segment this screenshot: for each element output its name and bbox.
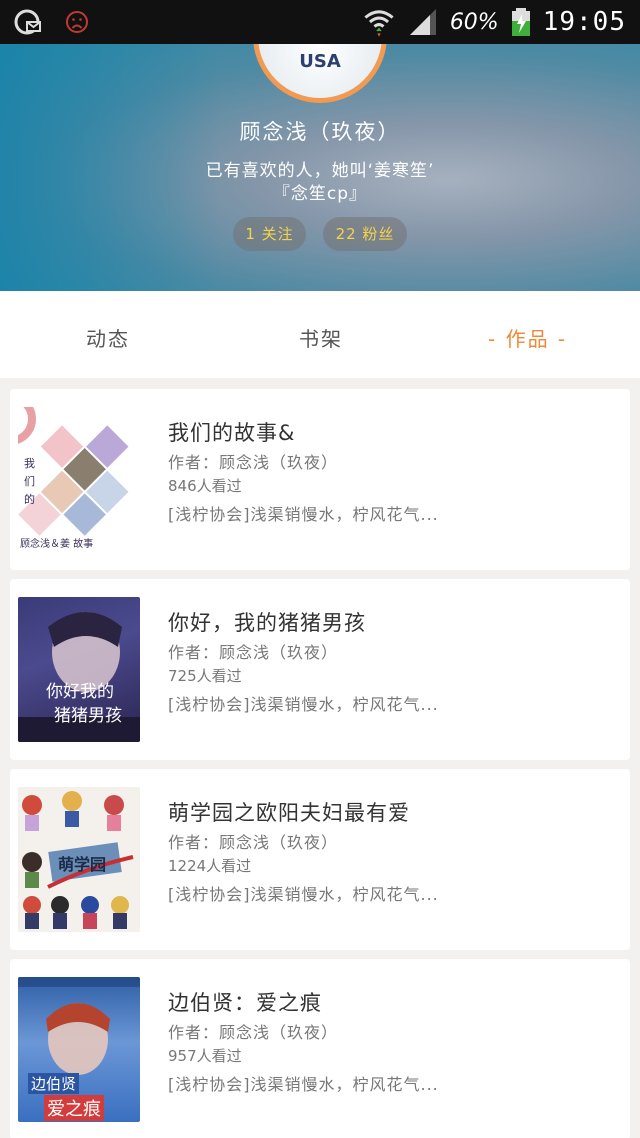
clock: 19:05 bbox=[542, 7, 626, 37]
work-views: 725人看过 bbox=[168, 667, 242, 685]
work-title[interactable]: 边伯贤：爱之痕 bbox=[168, 987, 322, 1017]
following-button[interactable]: 1 关注 bbox=[233, 217, 306, 251]
work-card[interactable]: 萌学园 萌学园之欧阳夫妇最有爱 作者：顾念浅（玖夜） 1224人看过 [浅柠协会… bbox=[10, 769, 630, 950]
work-author: 作者：顾念浅（玖夜） bbox=[168, 643, 339, 662]
tab-dynamic[interactable]: 动态 bbox=[86, 323, 130, 352]
work-title[interactable]: 萌学园之欧阳夫妇最有爱 bbox=[168, 797, 410, 827]
book-cover: 我们的 顾念浅＆姜 故事 bbox=[18, 407, 140, 552]
cover-title-text: 我们的 bbox=[24, 457, 35, 506]
status-bar: 60% 19:05 bbox=[0, 0, 640, 44]
profile-tabs: 动态 书架 - 作品 - bbox=[0, 291, 640, 378]
work-title[interactable]: 你好，我的猪猪男孩 bbox=[168, 607, 366, 637]
message-notification-icon bbox=[14, 9, 41, 35]
tab-works[interactable]: - 作品 - bbox=[488, 323, 567, 352]
work-tags: [浅柠协会]浅渠销慢水，柠风花气... bbox=[168, 885, 439, 904]
cover-title-text: 你好我的 bbox=[46, 682, 114, 702]
work-title[interactable]: 我们的故事& bbox=[168, 417, 295, 447]
work-author: 作者：顾念浅（玖夜） bbox=[168, 453, 339, 472]
signal-icon bbox=[409, 9, 436, 35]
cover-subtitle-text: 爱之痕 bbox=[44, 1095, 104, 1121]
work-views: 1224人看过 bbox=[168, 857, 252, 875]
cover-title-text: 边伯贤 bbox=[28, 1073, 80, 1094]
work-views: 957人看过 bbox=[168, 1047, 242, 1065]
profile-bio-line: 『念笙cp』 bbox=[272, 184, 368, 204]
profile-bio: 已有喜欢的人，她叫‘姜寒笙’ 『念笙cp』 bbox=[0, 160, 640, 206]
work-author: 作者：顾念浅（玖夜） bbox=[168, 833, 339, 852]
cover-title-text: 萌学园 bbox=[58, 855, 107, 874]
sad-face-icon bbox=[66, 11, 88, 33]
battery-percentage: 60% bbox=[449, 9, 499, 35]
battery-charging-icon bbox=[511, 8, 530, 36]
avatar-shirt-text: USA bbox=[299, 51, 341, 72]
tab-bookshelf[interactable]: 书架 bbox=[299, 323, 343, 352]
profile-name: 顾念浅（玖夜） bbox=[239, 120, 401, 144]
work-tags: [浅柠协会]浅渠销慢水，柠风花气... bbox=[168, 1075, 439, 1094]
book-cover: 萌学园 bbox=[18, 787, 140, 932]
fans-button[interactable]: 22 粉丝 bbox=[323, 217, 407, 251]
work-card[interactable]: 你好我的 猪猪男孩 你好，我的猪猪男孩 作者：顾念浅（玖夜） 725人看过 [浅… bbox=[10, 579, 630, 760]
wifi-icon bbox=[364, 10, 394, 37]
cover-subtitle-text: 猪猪男孩 bbox=[54, 706, 122, 726]
profile-bio-line: 已有喜欢的人，她叫‘姜寒笙’ bbox=[205, 161, 435, 181]
book-cover: 边伯贤 爱之痕 bbox=[18, 977, 140, 1122]
book-cover: 你好我的 猪猪男孩 bbox=[18, 597, 140, 742]
work-author: 作者：顾念浅（玖夜） bbox=[168, 1023, 339, 1042]
profile-header: USA 顾念浅（玖夜） 已有喜欢的人，她叫‘姜寒笙’ 『念笙cp』 1 关注 2… bbox=[0, 44, 640, 291]
work-card[interactable]: 我们的 顾念浅＆姜 故事 我们的故事& 作者：顾念浅（玖夜） 846人看过 [浅… bbox=[10, 389, 630, 570]
avatar[interactable]: USA bbox=[253, 44, 387, 103]
work-tags: [浅柠协会]浅渠销慢水，柠风花气... bbox=[168, 695, 439, 714]
work-tags: [浅柠协会]浅渠销慢水，柠风花气... bbox=[168, 505, 439, 524]
work-card[interactable]: 边伯贤 爱之痕 边伯贤：爱之痕 作者：顾念浅（玖夜） 957人看过 [浅柠协会]… bbox=[10, 959, 630, 1138]
work-views: 846人看过 bbox=[168, 477, 242, 495]
cover-subtitle-text: 顾念浅＆姜 故事 bbox=[20, 539, 94, 550]
